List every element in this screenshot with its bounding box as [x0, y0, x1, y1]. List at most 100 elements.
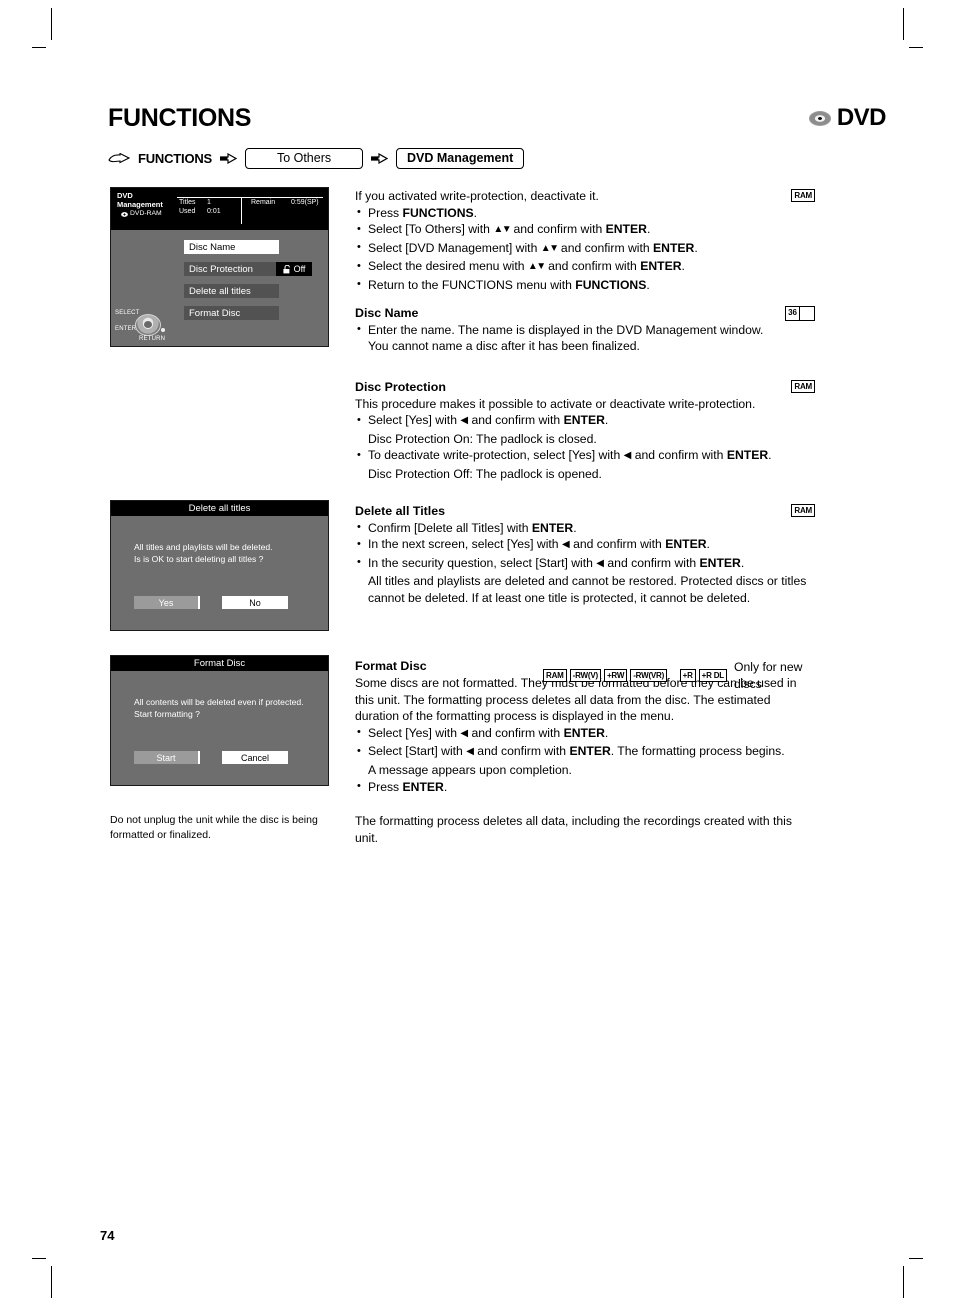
page-number: 74 [100, 1228, 115, 1243]
menu-item-disc-protection-label: Disc Protection [189, 263, 253, 275]
menu-item-disc-name[interactable]: Disc Name [184, 240, 279, 254]
screen-info-grid: Titles 1 Remain 0:59(SP) Used 0:01 [179, 199, 319, 215]
menu-item-format-disc[interactable]: Format Disc [184, 306, 279, 320]
screen-title-block: DVD Management DVD-RAM [117, 191, 163, 219]
format-disc-bullet-list: Select [Yes] with ◀ and confirm with ENT… [355, 724, 815, 796]
dpad-enter-label: ENTER [115, 326, 137, 332]
list-item: Press ENTER. [355, 778, 815, 796]
disc-protection-state: Off [276, 262, 312, 276]
crop-mark-top-left-vertical [51, 8, 52, 40]
media-badge-rw-vr: -RW(VR) [630, 669, 668, 683]
section-disc-protection: RAM Disc Protection This procedure makes… [355, 379, 815, 483]
bullet-post: . [473, 205, 478, 220]
bullet-post: . The formatting process begins. [610, 744, 785, 759]
bullet-text: Select [DVD Management] with [368, 240, 541, 255]
dialog-buttons-format-disc: Start Cancel [134, 751, 306, 764]
dpad-select-label: SELECT [115, 310, 140, 316]
menu-item-format-disc-label: Format Disc [189, 307, 241, 319]
used-value: 0:01 [207, 208, 221, 215]
format-disc-lead2: this unit. The formatting process delete… [355, 692, 771, 707]
menu-item-delete-all-titles-label: Delete all titles [189, 285, 251, 297]
media-badge-plus-rw: +RW [603, 669, 628, 683]
breadcrumb-step-to-others[interactable]: To Others [245, 148, 364, 169]
crop-mark-bottom-right-vertical [903, 1266, 904, 1298]
bullet-text: To deactivate write-protection, select [… [368, 448, 624, 463]
bullet-continuation: All titles and playlists are deleted and… [368, 574, 807, 589]
only-new-discs-note: Only for new discs [734, 660, 803, 691]
breadcrumb-step-dvd-management[interactable]: DVD Management [396, 148, 525, 169]
bullet-mid: and confirm with [468, 725, 564, 740]
dialog-message-delete-all-titles: All titles and playlists will be deleted… [134, 542, 273, 565]
arrow-right-icon [220, 153, 238, 164]
used-label: Used [179, 208, 196, 215]
bullet-continuation-2: cannot be deleted. If at least one title… [368, 590, 751, 605]
dialog-yes-button[interactable]: Yes [134, 596, 200, 609]
note-left: Do not unplug the unit while the disc is… [110, 814, 318, 841]
list-item: Select [DVD Management] with ▲▼ and conf… [355, 239, 815, 259]
left-arrow-icon: ◀ [561, 539, 570, 551]
crop-mark-top-left-horizontal [32, 47, 46, 48]
dvd-logo: DVD [808, 104, 887, 132]
dialog-message-line1: All titles and playlists will be deleted… [134, 542, 273, 552]
bullet-text: Press [368, 205, 403, 220]
screen-media-type: DVD-RAM [117, 210, 163, 219]
bullet-post: . [646, 222, 651, 237]
media-badge-ram: RAM [791, 189, 815, 202]
breadcrumb-root: FUNCTIONS [138, 151, 213, 166]
screen-header: DVD Management DVD-RAM Titles 1 Remain 0… [111, 188, 328, 230]
header-rule [177, 197, 323, 198]
menu-item-disc-protection[interactable]: Disc Protection Off [184, 262, 312, 276]
bullet-mid: and confirm with [473, 744, 570, 759]
updown-arrows-icon: ▲▼ [540, 242, 559, 254]
menu-item-delete-all-titles[interactable]: Delete all titles [184, 284, 279, 298]
bullet-bold: ENTER [402, 779, 444, 794]
bullet-text: In the security question, select [Start]… [368, 555, 597, 570]
media-badge-ram: RAM [543, 669, 567, 683]
format-disc-headline: Format Disc RAM -RW(V) +RW -RW(VR) +R +R… [355, 658, 815, 691]
bullet-bold: ENTER [726, 448, 769, 463]
page-title: FUNCTIONS [108, 104, 252, 132]
format-disc-lead3: duration of the formatting process is di… [355, 709, 675, 724]
list-item: To deactivate write-protection, select [… [355, 447, 815, 482]
bullet-post: . [706, 537, 710, 552]
dialog-message-format-disc: All contents will be deleted even if pro… [134, 697, 304, 720]
section-intro: RAM If you activated write-protection, d… [355, 188, 815, 294]
bullet-post: . [740, 555, 745, 570]
list-item: Select [Yes] with ◀ and confirm with ENT… [355, 412, 815, 447]
bullet-post: . [573, 520, 577, 535]
dialog-body-format-disc: All contents will be deleted even if pro… [111, 671, 328, 785]
section-delete-all-titles: RAM Delete all Titles Confirm [Delete al… [355, 503, 815, 607]
screen-body: Disc Name Disc Protection Off Delete all… [111, 230, 328, 346]
list-item: Select [Yes] with ◀ and confirm with ENT… [355, 724, 815, 744]
bullet-continuation: Disc Protection Off: The padlock is open… [368, 466, 602, 481]
dialog-start-button[interactable]: Start [134, 751, 200, 764]
dialog-cancel-button[interactable]: Cancel [222, 751, 288, 764]
bullet-mid: and confirm with [510, 222, 606, 237]
left-arrow-icon: ◀ [460, 415, 469, 427]
bullet-bold: ENTER [605, 222, 647, 237]
bullet-text: Select [Yes] with [368, 413, 461, 428]
bullet-post: . [443, 779, 448, 794]
updown-arrows-icon: ▲▼ [527, 261, 546, 273]
media-badge-ram: RAM [791, 504, 815, 517]
bullet-mid: and confirm with [569, 537, 666, 552]
crop-mark-bottom-left-vertical [51, 1266, 52, 1298]
delete-all-titles-bullet-list: Confirm [Delete all Titles] with ENTER. … [355, 519, 815, 607]
crop-mark-bottom-left-horizontal [32, 1258, 46, 1259]
list-item: Confirm [Delete all Titles] with ENTER. [355, 519, 815, 537]
screen-title-line2: Management [117, 199, 163, 209]
bullet-post: . [694, 240, 698, 255]
media-badge-ram: RAM [791, 380, 815, 393]
dialog-body-delete-all-titles: All titles and playlists will be deleted… [111, 516, 328, 630]
remain-label: Remain [251, 199, 276, 206]
media-badge-row: RAM -RW(V) +RW -RW(VR) +R +R DL Only for… [543, 659, 815, 692]
dpad-return-label: RETURN [139, 336, 166, 342]
bullet-bold: ENTER [563, 725, 605, 740]
bullet-bold: FUNCTIONS [402, 205, 474, 220]
list-item: Select [Start] with ◀ and confirm with E… [355, 743, 815, 778]
dialog-no-button[interactable]: No [222, 596, 288, 609]
arrow-right-icon-2 [371, 153, 389, 164]
bullet-bold: ENTER [665, 537, 707, 552]
section-disc-name: 36 Disc Name Enter the name. The name is… [355, 305, 815, 355]
dvd-disc-icon [808, 110, 831, 126]
